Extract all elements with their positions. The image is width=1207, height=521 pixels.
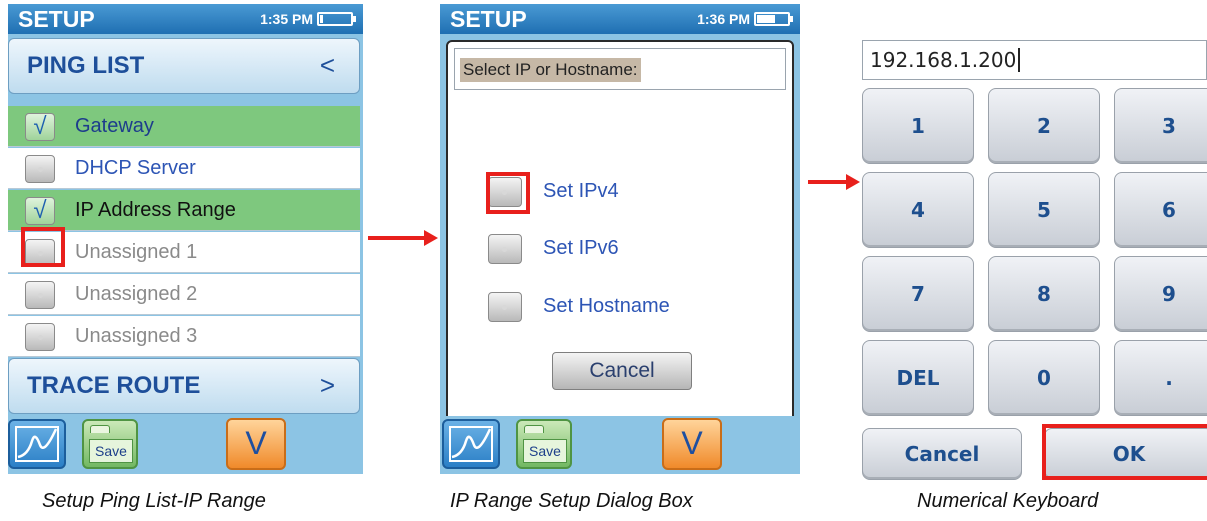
list-item-label: Unassigned 1 (75, 241, 198, 263)
save-label: Save (523, 439, 567, 463)
menu-down-button[interactable]: V (226, 418, 286, 470)
folder-save-icon (90, 425, 110, 433)
collapse-arrow-icon: < (319, 50, 335, 80)
battery-icon (317, 12, 356, 26)
option-set-hostname[interactable]: Set Hostname (488, 292, 738, 324)
ip-setup-dialog: Select IP or Hostname: Set IPv4 Set IPv6… (446, 40, 794, 422)
highlight-ok (1042, 424, 1207, 480)
ip-value: 192.168.1.200 (870, 48, 1021, 72)
ping-list-button[interactable]: PING LIST < (8, 38, 360, 94)
highlight-set-ipv4 (486, 172, 530, 214)
list-item-label: IP Address Range (75, 199, 236, 221)
highlight-unassigned-1 (21, 227, 65, 267)
status-title: SETUP (18, 6, 95, 32)
dialog-cancel-button[interactable]: Cancel (552, 352, 692, 390)
checkbox-icon[interactable] (25, 155, 55, 183)
list-item-label: Gateway (75, 115, 154, 137)
save-button[interactable]: Save (82, 419, 138, 469)
menu-down-button[interactable]: V (662, 418, 722, 470)
option-label: Set IPv4 (543, 180, 619, 202)
key-0[interactable]: 0 (988, 340, 1100, 416)
caption-numerical-keyboard: Numerical Keyboard (917, 490, 1099, 512)
key-8[interactable]: 8 (988, 256, 1100, 332)
list-item-label: Unassigned 3 (75, 325, 198, 347)
key-3[interactable]: 3 (1114, 88, 1207, 164)
bottom-toolbar: Save V (8, 416, 363, 474)
graph-icon (15, 426, 59, 462)
arrow-right-icon (808, 174, 860, 190)
save-button[interactable]: Save (516, 419, 572, 469)
ip-range-setup-screen: SETUP 1:36 PM Select IP or Hostname: Set… (440, 4, 800, 474)
key-4[interactable]: 4 (862, 172, 974, 248)
arrow-right-icon (368, 230, 438, 246)
status-time: 1:35 PM (260, 11, 313, 27)
setup-ping-list-screen: SETUP 1:35 PM PING LIST < √ Gateway DHCP S… (8, 4, 363, 474)
list-item[interactable]: √ Gateway (8, 106, 360, 147)
ping-list-label: PING LIST (27, 52, 145, 79)
key-6[interactable]: 6 (1114, 172, 1207, 248)
list-item[interactable]: Unassigned 2 (8, 274, 360, 315)
status-title: SETUP (450, 6, 527, 32)
graph-icon (449, 426, 493, 462)
check-icon[interactable]: √ (25, 197, 55, 225)
trace-route-label: TRACE ROUTE (27, 372, 201, 399)
keyboard-cancel-button[interactable]: Cancel (862, 428, 1022, 480)
key-2[interactable]: 2 (988, 88, 1100, 164)
trace-route-button[interactable]: TRACE ROUTE > (8, 358, 360, 414)
list-item-label: DHCP Server (75, 157, 196, 179)
numerical-keyboard-screen: 192.168.1.200 1 2 3 4 5 6 7 8 9 DEL 0. Cancel OK (862, 40, 1207, 480)
prompt-field: Select IP or Hostname: (454, 48, 786, 90)
chevron-down-icon: V (245, 425, 267, 461)
folder-save-icon (524, 425, 544, 433)
ip-input[interactable]: 192.168.1.200 (862, 40, 1207, 80)
key-del[interactable]: DEL (862, 340, 974, 416)
check-icon[interactable]: √ (25, 113, 55, 141)
caption-setup-ping-list: Setup Ping List-IP Range (42, 490, 266, 512)
list-item[interactable]: DHCP Server (8, 148, 360, 189)
bottom-toolbar: Save V (440, 416, 800, 474)
prompt-text: Select IP or Hostname: (460, 58, 641, 82)
radio-box-icon[interactable] (488, 292, 522, 322)
status-bar: SETUP 1:36 PM (440, 4, 800, 34)
radio-box-icon[interactable] (488, 234, 522, 264)
checkbox-icon[interactable] (25, 323, 55, 351)
key-1[interactable]: 1 (862, 88, 974, 164)
battery-icon (754, 12, 793, 26)
list-item-label: Unassigned 2 (75, 283, 198, 305)
option-label: Set IPv6 (543, 237, 619, 259)
graph-button[interactable] (8, 419, 66, 469)
key-5[interactable]: 5 (988, 172, 1100, 248)
save-label: Save (89, 439, 133, 463)
status-bar: SETUP 1:35 PM (8, 4, 363, 34)
option-label: Set Hostname (543, 295, 670, 317)
chevron-down-icon: V (681, 425, 703, 461)
graph-button[interactable] (442, 419, 500, 469)
key-dot[interactable]: . (1114, 340, 1207, 416)
key-9[interactable]: 9 (1114, 256, 1207, 332)
expand-arrow-icon: > (319, 370, 335, 400)
status-time: 1:36 PM (697, 11, 750, 27)
list-item[interactable]: √ IP Address Range (8, 190, 360, 231)
checkbox-icon[interactable] (25, 281, 55, 309)
option-set-ipv6[interactable]: Set IPv6 (488, 234, 738, 266)
caption-ip-range-dialog: IP Range Setup Dialog Box (450, 490, 693, 512)
list-item[interactable]: Unassigned 3 (8, 316, 360, 357)
key-7[interactable]: 7 (862, 256, 974, 332)
